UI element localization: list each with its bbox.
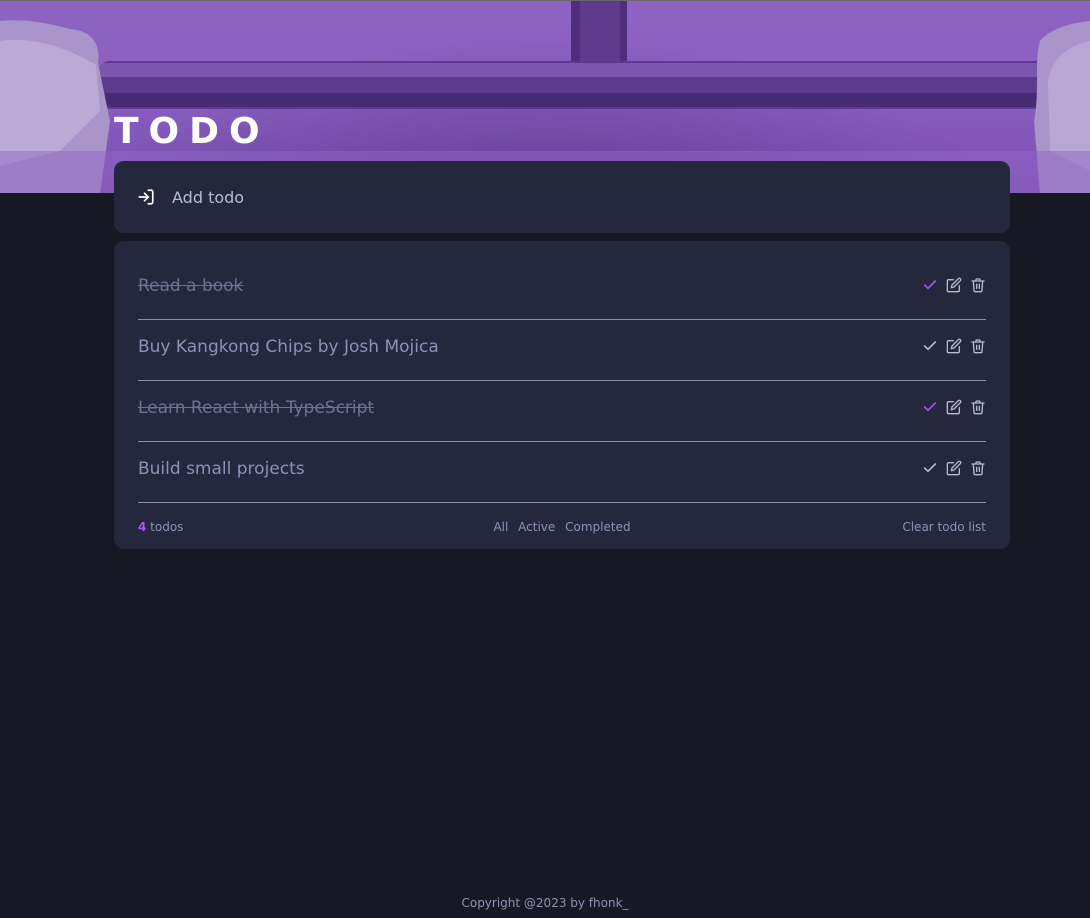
list-item: Buy Kangkong Chips by Josh Mojica [138,320,986,381]
check-icon[interactable] [922,338,938,354]
todo-actions [922,399,986,415]
todo-actions [922,277,986,293]
todo-list: Read a book Buy Kangkong Chips by Josh M… [114,241,1010,549]
trash-icon[interactable] [970,460,986,476]
add-todo-bar [114,161,1010,233]
todo-text[interactable]: Read a book [138,276,243,296]
check-icon[interactable] [922,277,938,293]
check-icon[interactable] [922,399,938,415]
filter-active[interactable]: Active [518,520,555,534]
trash-icon[interactable] [970,338,986,354]
list-item: Read a book [138,259,986,320]
edit-icon[interactable] [946,277,962,293]
filter-group: All Active Completed [138,520,986,534]
app-title: TODO [114,111,270,152]
todo-actions [922,460,986,476]
edit-icon[interactable] [946,460,962,476]
todo-text[interactable]: Build small projects [138,459,305,479]
clear-todo-list-button[interactable]: Clear todo list [902,520,986,534]
edit-icon[interactable] [946,399,962,415]
list-footer: 4 todos All Active Completed Clear todo … [138,503,986,551]
check-icon[interactable] [922,460,938,476]
trash-icon[interactable] [970,277,986,293]
filter-completed[interactable]: Completed [565,520,630,534]
trash-icon[interactable] [970,399,986,415]
list-item: Build small projects [138,442,986,503]
list-item: Learn React with TypeScript [138,381,986,442]
todo-text[interactable]: Buy Kangkong Chips by Josh Mojica [138,337,439,357]
edit-icon[interactable] [946,338,962,354]
todo-actions [922,338,986,354]
login-arrow-icon[interactable] [136,187,156,207]
copyright-text: Copyright @2023 by fhonk_ [461,896,629,910]
todo-text[interactable]: Learn React with TypeScript [138,398,374,418]
filter-all[interactable]: All [493,520,508,534]
add-todo-input[interactable] [170,186,954,208]
